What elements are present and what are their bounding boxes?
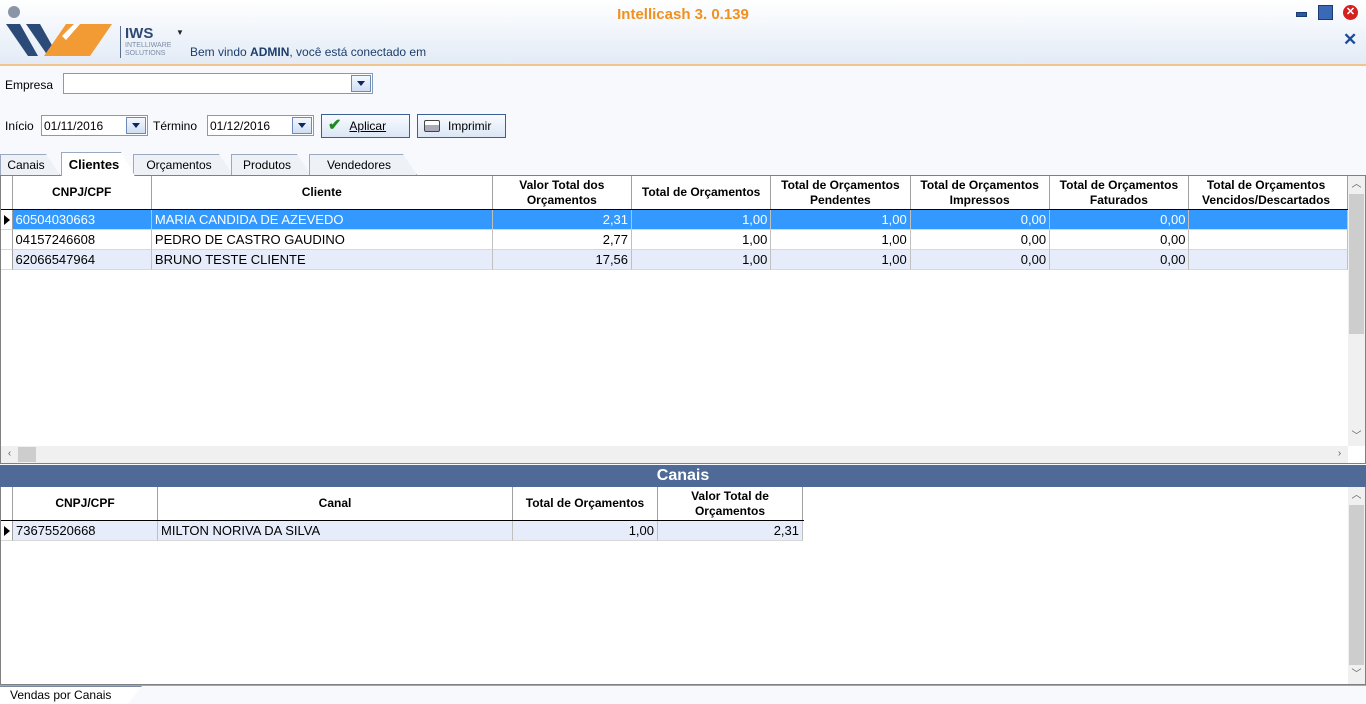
scroll-down-icon[interactable]: ﹀ bbox=[1348, 668, 1365, 682]
column-header-faturados[interactable]: Total de Orçamentos Faturados bbox=[1050, 176, 1190, 209]
tab-clientes[interactable]: Clientes bbox=[61, 152, 135, 176]
scroll-thumb[interactable] bbox=[1349, 505, 1364, 665]
scroll-thumb[interactable] bbox=[1349, 194, 1364, 334]
chevron-down-icon[interactable] bbox=[292, 117, 312, 134]
tab-canais[interactable]: Canais bbox=[0, 154, 60, 175]
column-header-pendentes[interactable]: Total de Orçamentos Pendentes bbox=[771, 176, 911, 209]
column-header-valor-total[interactable]: Valor Total dos Orçamentos bbox=[493, 176, 632, 209]
table-row[interactable]: 60504030663 MARIA CANDIDA DE AZEVEDO 2,3… bbox=[1, 210, 1348, 230]
empresa-label: Empresa bbox=[5, 78, 54, 92]
print-button[interactable]: Imprimir bbox=[417, 114, 506, 138]
table-row[interactable]: 62066547964 BRUNO TESTE CLIENTE 17,56 1,… bbox=[1, 250, 1348, 270]
row-pointer-icon bbox=[1, 521, 13, 541]
scroll-up-icon[interactable]: ︿ bbox=[1348, 489, 1365, 503]
canais-vertical-scrollbar[interactable]: ︿ ﹀ bbox=[1348, 487, 1365, 684]
inicio-date-picker[interactable]: 01/11/2016 bbox=[41, 115, 148, 136]
column-header-total-orcamentos[interactable]: Total de Orçamentos bbox=[513, 487, 658, 520]
tab-vendas-por-canais[interactable]: Vendas por Canais bbox=[0, 686, 142, 704]
table-row[interactable]: 73675520668 MILTON NORIVA DA SILVA 1,00 … bbox=[1, 521, 804, 541]
close-form-icon[interactable]: ✕ bbox=[1343, 30, 1357, 50]
close-window-button[interactable]: ✕ bbox=[1343, 5, 1358, 20]
scroll-left-icon[interactable]: ‹ bbox=[1, 447, 18, 461]
welcome-message: Bem vindo ADMIN, você está conectado em bbox=[190, 45, 427, 59]
logo-menu-caret-icon[interactable]: ▼ bbox=[176, 28, 184, 37]
clients-grid[interactable]: CNPJ/CPF Cliente Valor Total dos Orçamen… bbox=[0, 175, 1366, 464]
title-bar: IWS INTELLIWARE SOLUTIONS ▼ Intellicash … bbox=[0, 0, 1366, 66]
column-header-total-orcamentos[interactable]: Total de Orçamentos bbox=[632, 176, 772, 209]
bottom-tab-divider bbox=[0, 685, 1366, 686]
clients-horizontal-scrollbar[interactable]: ‹ › bbox=[1, 446, 1348, 463]
termino-label: Término bbox=[153, 119, 198, 133]
inicio-label: Início bbox=[5, 119, 34, 133]
column-header-cliente[interactable]: Cliente bbox=[152, 176, 493, 209]
scroll-up-icon[interactable]: ︿ bbox=[1348, 178, 1365, 192]
scroll-thumb[interactable] bbox=[18, 447, 36, 462]
logo-text: IWS INTELLIWARE SOLUTIONS bbox=[120, 26, 180, 58]
column-header-cnpj[interactable]: CNPJ/CPF bbox=[13, 487, 158, 520]
check-icon: ✔ bbox=[328, 117, 342, 134]
canais-grid[interactable]: CNPJ/CPF Canal Total de Orçamentos Valor… bbox=[0, 487, 1366, 685]
apply-button[interactable]: ✔ Aplicar bbox=[321, 114, 410, 138]
clients-grid-header: CNPJ/CPF Cliente Valor Total dos Orçamen… bbox=[1, 176, 1349, 210]
canais-grid-header: CNPJ/CPF Canal Total de Orçamentos Valor… bbox=[1, 487, 804, 521]
tab-vendedores[interactable]: Vendedores bbox=[309, 154, 417, 175]
clients-vertical-scrollbar[interactable]: ︿ ﹀ bbox=[1348, 176, 1365, 446]
tab-produtos[interactable]: Produtos bbox=[231, 154, 311, 175]
row-pointer-icon bbox=[1, 210, 13, 230]
tab-orcamentos[interactable]: Orçamentos bbox=[133, 154, 233, 175]
column-header-cnpj[interactable]: CNPJ/CPF bbox=[13, 176, 152, 209]
minimize-button[interactable] bbox=[1294, 5, 1309, 20]
printer-icon bbox=[424, 120, 440, 132]
column-header-vencidos[interactable]: Total de Orçamentos Vencidos/Descartados bbox=[1189, 176, 1349, 209]
canais-section-title: Canais bbox=[0, 465, 1366, 487]
column-header-impressos[interactable]: Total de Orçamentos Impressos bbox=[911, 176, 1050, 209]
app-title: Intellicash 3. 0.139 bbox=[617, 6, 749, 23]
scroll-right-icon[interactable]: › bbox=[1331, 447, 1348, 461]
empresa-select[interactable] bbox=[63, 73, 373, 94]
column-header-canal[interactable]: Canal bbox=[158, 487, 513, 520]
maximize-button[interactable] bbox=[1318, 5, 1333, 20]
chevron-down-icon[interactable] bbox=[351, 75, 371, 92]
column-header-valor-total[interactable]: Valor Total de Orçamentos bbox=[658, 487, 803, 520]
scroll-down-icon[interactable]: ﹀ bbox=[1348, 430, 1365, 444]
table-row[interactable]: 04157246608 PEDRO DE CASTRO GAUDINO 2,77… bbox=[1, 230, 1348, 250]
termino-date-picker[interactable]: 01/12/2016 bbox=[207, 115, 314, 136]
chevron-down-icon[interactable] bbox=[126, 117, 146, 134]
